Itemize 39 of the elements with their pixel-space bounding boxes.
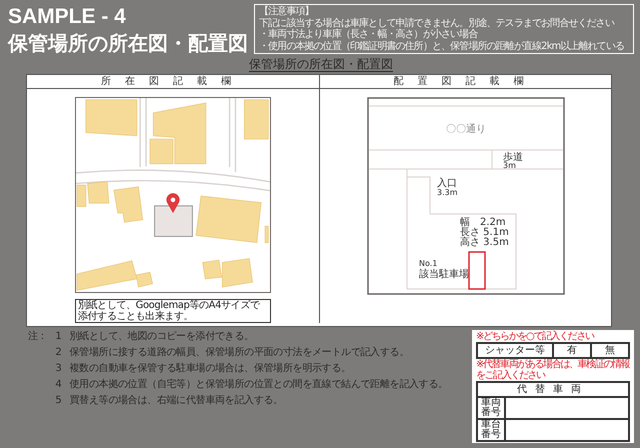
notice-text: ・車両寸法より車庫（長さ・幅・高さ）が小さい場合 [259,29,479,40]
table-title: 代替車両 [477,382,629,397]
note-text: 使用の本拠の位置（自宅等）と保管場所の位置との間を直線で結んで距離を記入する。 [69,378,449,391]
note-number: 5 [55,394,62,407]
row-label: 車両番号 [477,397,505,419]
note-text: 保管場所に接する道路の幅員、保管場所の平面の寸法をメートルで記入する。 [69,346,410,359]
note-text: 別紙として、地図のコピーを添付できる。 [69,330,255,343]
sidewalk-label: 歩道 [502,152,522,163]
title: SAMPLE - 4 [8,4,127,30]
note-number: 1 [55,330,62,343]
note-text: 複数の自動車を保管する駐車場の場合は、保管場所を明示する。 [69,362,352,375]
note-prefix: 注： [28,330,48,343]
spot-label: 該当駐車場 [418,269,468,280]
option-cell: 有 [553,343,591,358]
notice-text: 下記に該当する場合は車庫として申請できません。別途、テスラまでお問合せください [259,18,616,28]
instruction-text: ※代替車両がある場合は、車検証の情報をご記入ください [476,359,630,381]
column-header: 配置図記載欄 [320,75,611,89]
note-number: 4 [55,378,62,391]
sidewalk-width: 3m [502,161,516,170]
form-heading: 保管場所の所在図・配置図 [249,57,393,72]
note-number: 2 [55,346,62,359]
spot-number: No.1 [418,259,437,268]
road-label: 〇〇通り [446,124,486,135]
entrance-width: 3.3m [436,188,458,197]
shutter-label: シャッター等 [477,343,553,358]
option-cell: 無 [591,343,629,358]
dimension-label: 長さ 5.1m [460,227,508,238]
row-label: 車台番号 [477,419,505,441]
notice-text: ・使用の本拠の位置（印鑑証明書の住所）と、保管場所の距離が直線2km以上離れている [259,40,625,52]
notice-heading: 【注意事項】 [259,6,315,18]
dimension-label: 高さ 3.5m [460,237,508,248]
map-note: 別紙として、Googlemap等のA4サイズで添付することも出来ます。 [75,299,271,323]
note-number: 3 [55,362,62,375]
note-text: 買替え等の場合は、右端に代替車両を記入する。 [69,394,284,407]
column-header: 所在図記載欄 [27,75,319,89]
dimension-label: 幅 2.2m [460,217,506,228]
subtitle: 保管場所の所在図・配置図 [8,30,248,56]
instruction-text: ※どちらかを○で記入ください [476,331,596,342]
entrance-label: 入口 [436,178,456,189]
